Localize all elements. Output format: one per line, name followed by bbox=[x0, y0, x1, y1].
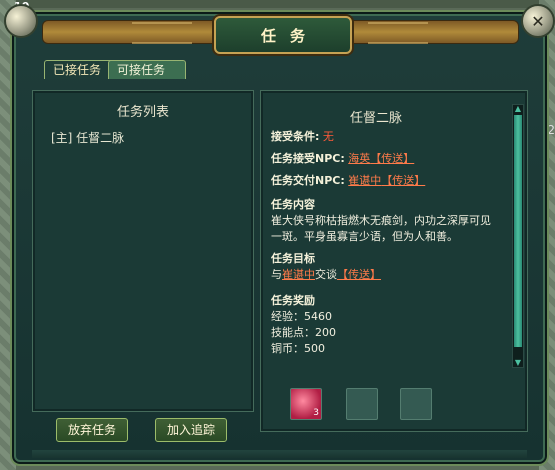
accept-npc-row: 任务接受NPC: 海英【传送】 bbox=[271, 151, 414, 167]
goal-teleport-link[interactable]: 【传送】 bbox=[337, 268, 381, 281]
window-title: 任务 bbox=[260, 26, 319, 45]
reward-exp: 经验：5460 bbox=[271, 310, 332, 323]
abandon-quest-button[interactable]: 放弃任务 bbox=[56, 418, 128, 442]
quest-title: 任督二脉 bbox=[349, 111, 402, 126]
title-ornament-left bbox=[132, 22, 192, 44]
scroll-down-icon[interactable]: ▼ bbox=[513, 359, 523, 367]
window-bottom-ledge bbox=[32, 450, 527, 458]
scroll-thumb[interactable] bbox=[514, 115, 522, 347]
deliver-npc-teleport-link[interactable]: 【传送】 bbox=[381, 174, 425, 187]
title-ornament-right bbox=[368, 22, 428, 44]
goal-suffix: 交谈 bbox=[315, 268, 337, 281]
tab-accepted-quests[interactable]: 已接任务 bbox=[44, 60, 114, 79]
goal-heading: 任务目标 bbox=[271, 252, 315, 265]
scroll-up-icon[interactable]: ▲ bbox=[513, 105, 523, 113]
add-tracking-button[interactable]: 加入追踪 bbox=[155, 418, 227, 442]
reward-copper: 铜币：500 bbox=[271, 342, 325, 355]
quest-list-heading: 任务列表 bbox=[116, 105, 169, 120]
quest-window: ✕ 任务 已接任务 可接任务 任务列表 [主] 任督二脉 任督二脉 接受条件: … bbox=[4, 4, 555, 466]
detail-scrollbar[interactable]: ▲ ▼ bbox=[512, 104, 524, 368]
quest-list-panel: 任务列表 [主] 任督二脉 bbox=[32, 90, 254, 412]
content-heading: 任务内容 bbox=[271, 198, 315, 211]
window-orb-icon bbox=[4, 4, 38, 38]
reward-slot-empty bbox=[400, 388, 432, 420]
accept-npc-label: 任务接受NPC: bbox=[271, 152, 345, 165]
accept-npc-link[interactable]: 海英 bbox=[348, 152, 370, 165]
reward-slot-item[interactable]: 3 bbox=[290, 388, 322, 420]
accept-condition-label: 接受条件: bbox=[271, 130, 320, 143]
accept-condition-row: 接受条件: 无 bbox=[271, 129, 334, 145]
reward-slot-empty bbox=[346, 388, 378, 420]
close-icon[interactable]: ✕ bbox=[521, 4, 555, 38]
content-line-2: 一斑。平身虽寡言少语，但为人和善。 bbox=[271, 230, 458, 243]
reward-skill-points: 技能点：200 bbox=[271, 326, 336, 339]
quest-detail-panel: 任督二脉 接受条件: 无 任务接受NPC: 海英【传送】 任务交付NPC: 崔谌… bbox=[260, 90, 528, 432]
goal-row: 与崔谌中交谈【传送】 bbox=[271, 267, 381, 283]
reward-item-quantity: 3 bbox=[313, 408, 319, 418]
deliver-npc-link[interactable]: 崔谌中 bbox=[348, 174, 381, 187]
content-line-1: 崔大侠号称枯指燃木无痕剑，内功之深厚可见 bbox=[271, 214, 491, 227]
tab-available-quests[interactable]: 可接任务 bbox=[108, 60, 186, 79]
accept-npc-teleport-link[interactable]: 【传送】 bbox=[370, 152, 414, 165]
accept-condition-value: 无 bbox=[322, 130, 334, 143]
title-plate[interactable]: 任务 bbox=[214, 16, 352, 54]
reward-heading: 任务奖励 bbox=[271, 294, 315, 307]
game-world-bottom bbox=[0, 0, 555, 8]
deliver-npc-label: 任务交付NPC: bbox=[271, 174, 345, 187]
goal-prefix: 与 bbox=[271, 268, 282, 281]
goal-npc-link[interactable]: 崔谌中 bbox=[282, 268, 315, 281]
quest-list-item[interactable]: [主] 任督二脉 bbox=[51, 129, 124, 146]
deliver-npc-row: 任务交付NPC: 崔谌中【传送】 bbox=[271, 173, 425, 189]
